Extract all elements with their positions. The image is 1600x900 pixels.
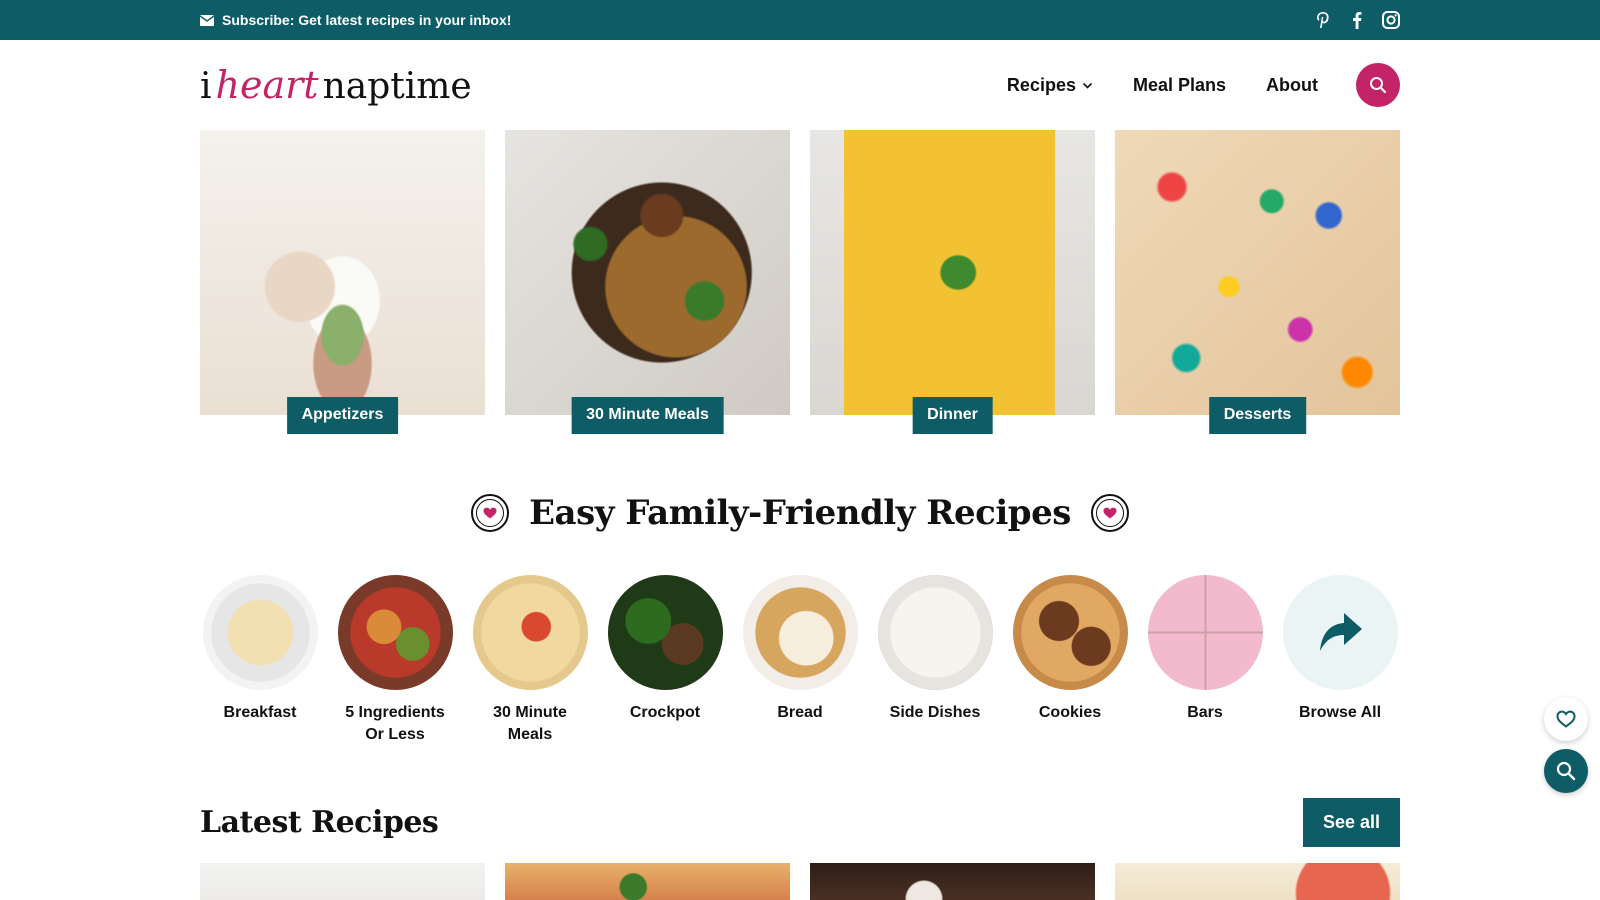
see-all-button[interactable]: See all [1302, 798, 1400, 847]
latest-recipe-card[interactable] [810, 863, 1095, 900]
chevron-down-icon [1082, 82, 1093, 89]
category-card-label: Desserts [1208, 397, 1307, 434]
logo-part-naptime: naptime [322, 66, 472, 107]
circle-category-30-minute-meals[interactable]: 30 Minute Meals [470, 575, 590, 746]
nav-about[interactable]: About [1266, 75, 1318, 96]
category-card-label: Dinner [912, 397, 993, 434]
circle-category-5-ingredients[interactable]: 5 Ingredients Or Less [335, 575, 455, 746]
side-dishes-image [877, 575, 993, 690]
category-card-desserts[interactable]: Desserts [1115, 130, 1400, 435]
category-card-label: 30 Minute Meals [571, 397, 724, 434]
circle-category-label: 30 Minute Meals [493, 704, 567, 743]
circle-category-browse-all[interactable]: Browse All [1280, 575, 1400, 746]
nav-meal-plans[interactable]: Meal Plans [1133, 75, 1226, 96]
heart-badge-left [471, 494, 510, 532]
logo-part-i: i [200, 66, 212, 107]
instagram-icon[interactable] [1382, 11, 1400, 29]
circle-category-crockpot[interactable]: Crockpot [605, 575, 725, 746]
circle-category-cookies[interactable]: Cookies [1010, 575, 1130, 746]
category-card-dinner[interactable]: Dinner [810, 130, 1095, 435]
circle-category-label: Side Dishes [889, 704, 981, 721]
latest-recipes-header: Latest Recipes See all [200, 798, 1400, 847]
site-logo[interactable]: i heart naptime [200, 63, 472, 107]
appetizers-image [200, 130, 485, 415]
circle-category-side-dishes[interactable]: Side Dishes [875, 575, 995, 746]
latest-recipes-grid [200, 863, 1400, 900]
heart-outline-icon [1556, 710, 1576, 728]
logo-part-heart: heart [215, 63, 319, 107]
dinner-image [810, 130, 1095, 415]
circle-category-bread[interactable]: Bread [740, 575, 860, 746]
subscribe-link[interactable]: Subscribe: Get latest recipes in your in… [200, 12, 511, 28]
crockpot-image [607, 575, 723, 690]
circle-category-label: Breakfast [223, 704, 297, 721]
subscribe-text: Subscribe: Get latest recipes in your in… [222, 12, 512, 28]
latest-recipes-title: Latest Recipes [200, 805, 439, 840]
section-title: Easy Family-Friendly Recipes [529, 493, 1071, 533]
circle-category-label: Crockpot [629, 704, 701, 721]
search-icon [1556, 761, 1576, 781]
5-ingredients-image [337, 575, 453, 690]
latest-recipe-card[interactable] [200, 863, 485, 900]
breakfast-image [202, 575, 318, 690]
section-heading: Easy Family-Friendly Recipes [0, 493, 1600, 533]
favorites-float-button[interactable] [1544, 697, 1588, 741]
category-card-appetizers[interactable]: Appetizers [200, 130, 485, 435]
envelope-icon [200, 14, 214, 26]
cookies-image [1012, 575, 1128, 690]
circle-category-label: 5 Ingredients Or Less [345, 704, 445, 743]
circle-category-label: Bread [777, 704, 823, 721]
desserts-image [1115, 130, 1400, 415]
header-search-button[interactable] [1356, 63, 1400, 107]
facebook-icon[interactable] [1348, 11, 1366, 29]
latest-recipe-card[interactable] [505, 863, 790, 900]
category-cards: Appetizers 30 Minute Meals Dinner Desser… [200, 130, 1400, 435]
circle-category-label: Browse All [1298, 704, 1382, 721]
heart-icon [1103, 507, 1117, 519]
category-card-label: Appetizers [286, 397, 399, 434]
nav-recipes-label: Recipes [1006, 74, 1076, 95]
nav-recipes[interactable]: Recipes [1007, 75, 1093, 96]
bars-image [1147, 575, 1263, 690]
latest-recipe-card[interactable] [1115, 863, 1400, 900]
search-icon [1370, 77, 1387, 94]
top-bar: Subscribe: Get latest recipes in your in… [0, 0, 1600, 40]
main-nav: Recipes Meal Plans About [1007, 63, 1400, 107]
circle-category-label: Cookies [1038, 704, 1102, 721]
bread-image [742, 575, 858, 690]
30-minute-meals-image [505, 130, 790, 415]
category-card-30-minute-meals[interactable]: 30 Minute Meals [505, 130, 790, 435]
share-arrow-icon [1320, 612, 1362, 651]
circle-category-label: Bars [1187, 704, 1223, 721]
browse-all-circle [1282, 575, 1398, 690]
social-links [1314, 11, 1400, 29]
circle-category-bars[interactable]: Bars [1145, 575, 1265, 746]
search-float-button[interactable] [1544, 749, 1588, 793]
pinterest-icon[interactable] [1314, 11, 1332, 29]
site-header: i heart naptime Recipes Meal Plans About [200, 40, 1400, 130]
heart-icon [483, 507, 497, 519]
heart-badge-right [1090, 494, 1129, 532]
30-minute-meals-circle-image [472, 575, 588, 690]
recipe-category-circles: Breakfast 5 Ingredients Or Less 30 Minut… [200, 575, 1400, 746]
circle-category-breakfast[interactable]: Breakfast [200, 575, 320, 746]
